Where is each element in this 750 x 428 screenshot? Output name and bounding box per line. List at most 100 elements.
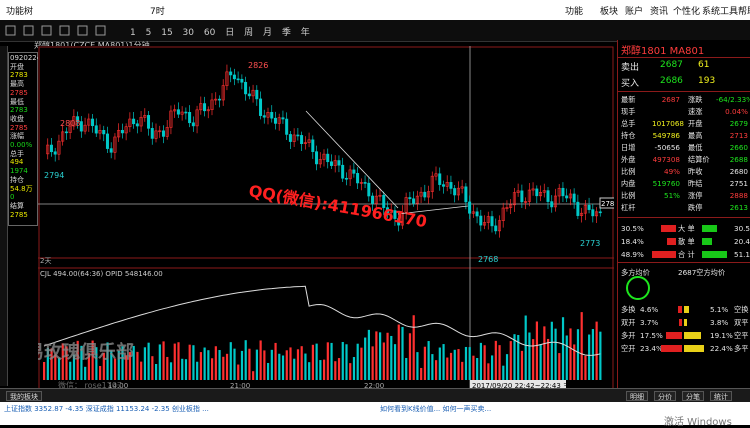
volume-bar (229, 342, 232, 380)
price-chart[interactable]: 2826 2808 2794 2768 2773 2783 2天 CJL 494… (38, 46, 614, 390)
volume-bar (524, 315, 527, 380)
position-label-right: 多平 (734, 344, 749, 353)
volume-bar (211, 358, 214, 380)
data-window-row: 最高 (10, 80, 24, 89)
refresh-icon (59, 25, 70, 36)
position-bar-red (678, 306, 682, 313)
candle-body (587, 204, 591, 210)
volume-bar (576, 329, 580, 380)
menu-item-system-tools[interactable]: 系统工具 (702, 4, 738, 17)
candle-body (232, 74, 236, 80)
period-15m[interactable]: 15 (161, 28, 172, 38)
volume-bar (580, 312, 583, 380)
period-year[interactable]: 年 (301, 28, 310, 38)
position-label-left: 空开 (621, 344, 636, 353)
volume-bar (457, 349, 460, 380)
flow-right: 51.1 (734, 250, 750, 259)
period-1m[interactable]: 1 (130, 28, 136, 38)
period-quarter[interactable]: 季 (282, 28, 291, 38)
candle-body (236, 78, 240, 81)
flow-right: 30.5 (734, 224, 750, 233)
tab-stats[interactable]: 统计 (710, 391, 732, 401)
position-bar-yellow (684, 332, 701, 339)
period-5m[interactable]: 5 (146, 28, 152, 38)
position-label-left: 多换 (621, 305, 636, 314)
quote-value-left: 549786 (652, 131, 680, 140)
quote-label-right: 跌停 (688, 203, 703, 212)
candle-body (441, 184, 445, 187)
quote-label-left: 总手 (621, 119, 636, 128)
tab-tick[interactable]: 分笔 (682, 391, 704, 401)
candle-body (423, 191, 427, 198)
candle-body (412, 198, 416, 204)
volume-bar (595, 321, 598, 380)
days-label: 2天 (40, 257, 51, 265)
volume-bar (289, 347, 292, 380)
candle-body (120, 129, 124, 134)
tab-detail[interactable]: 明细 (626, 391, 648, 401)
tab-my-board[interactable]: 我的板块 (6, 391, 42, 401)
period-buttons[interactable]: 1 5 15 30 60 日 周 月 季 年 (130, 25, 310, 38)
candle-body (240, 78, 244, 83)
home-icon (5, 25, 16, 36)
news-ticker[interactable]: 如何看到K线价值... 如何一声买卖... (380, 404, 491, 414)
quote-row: 外盘 497308 结算价 2688 (618, 155, 750, 165)
candle-body (479, 215, 483, 226)
candle-body (262, 115, 266, 118)
candle-body (352, 169, 356, 174)
top-menu-bar: 功能树 7时 功能 板块 账户 资讯 个性化 系统工具 帮助 (0, 0, 750, 20)
volume-bar (520, 350, 524, 380)
volume-bar (263, 350, 266, 380)
data-window-row: 最低 (10, 97, 24, 106)
position-pct-right: 3.8% (710, 318, 729, 327)
data-window-row: 494 (10, 158, 24, 167)
volume-bar (43, 362, 46, 380)
quote-label-right: 昨收 (688, 167, 703, 176)
index-ticker: 上证指数 3352.87 -4.35 深证成指 11153.24 -2.35 创… (4, 405, 209, 413)
position-row: 多换 4.6% 5.1% 空换 (618, 305, 750, 315)
period-month[interactable]: 月 (263, 28, 272, 38)
candle-body (273, 117, 277, 124)
left-toolbar[interactable] (0, 46, 8, 386)
position-pct-right: 22.4% (710, 344, 733, 353)
volume-bar (181, 358, 184, 380)
tab-price-dist[interactable]: 分价 (654, 391, 676, 401)
buy-volume: 193 (698, 76, 716, 86)
forward-icon (41, 25, 52, 36)
label-low: 2794 (44, 171, 64, 180)
label-high: 2826 (248, 61, 268, 70)
volume-bar (207, 350, 210, 380)
volume-bar (352, 357, 356, 380)
volume-bar (547, 338, 550, 380)
menu-item-account[interactable]: 账户 (625, 4, 643, 17)
menu-item-help[interactable]: 帮助 (738, 4, 750, 17)
volume-bar (476, 358, 479, 380)
quote-row: 现手 速涨 0.04% (618, 107, 750, 117)
label-left: 2808 (60, 119, 80, 128)
candle-body (576, 201, 580, 216)
candle-body (105, 133, 109, 149)
data-window: 09202242 开盘 2783 最高 2785 最低 2783 收盘 2785 涨幅 0.00% 总… (8, 52, 46, 226)
tab-function-tree[interactable]: 功能树 (6, 4, 33, 17)
menu-item-board[interactable]: 板块 (600, 4, 618, 17)
period-day[interactable]: 日 (225, 28, 234, 38)
quote-label-right: 结算价 (688, 155, 710, 164)
volume-bar (472, 355, 475, 380)
flow-bar-green (702, 225, 717, 232)
flow-pct: 48.9% (621, 250, 644, 259)
menu-item-function[interactable]: 功能 (565, 4, 583, 17)
quote-label-right: 涨跌 (688, 95, 703, 104)
quote-title: 郑醇1801 MA801 (621, 46, 705, 57)
menu-item-news[interactable]: 资讯 (650, 4, 668, 17)
menu-item-personalize[interactable]: 个性化 (673, 4, 700, 17)
period-60m[interactable]: 60 (204, 28, 215, 38)
candle-body (367, 182, 371, 197)
period-30m[interactable]: 30 (183, 28, 194, 38)
volume-bar (356, 343, 359, 380)
candle-body (91, 118, 95, 127)
period-week[interactable]: 周 (244, 28, 253, 38)
sell-price: 2687 (660, 60, 683, 70)
candle-body (598, 211, 602, 214)
quote-value-right: 2680 (729, 167, 748, 176)
candle-body (255, 89, 259, 100)
